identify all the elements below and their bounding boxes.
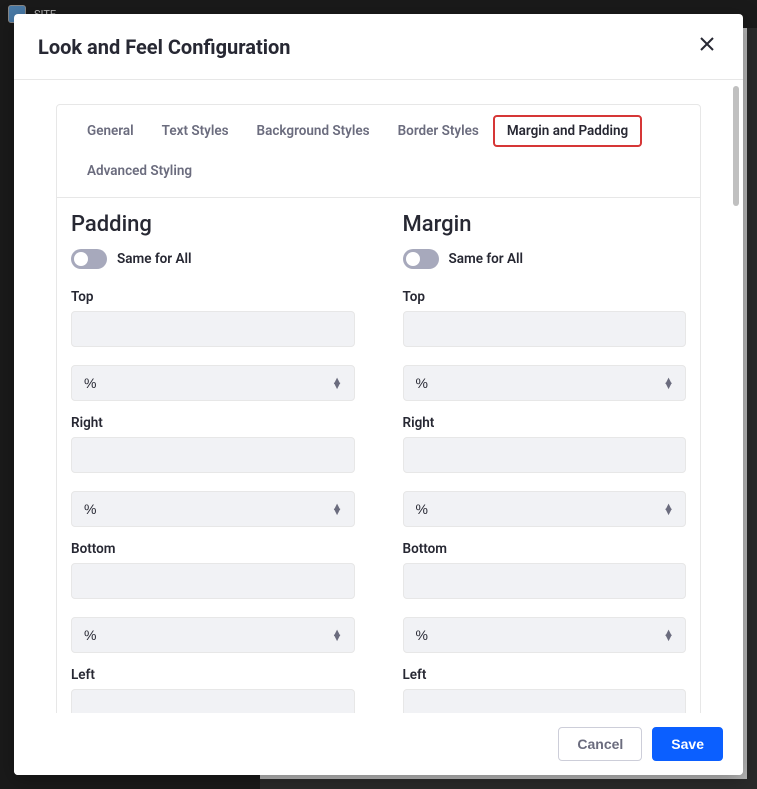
padding-same-for-all-toggle[interactable] [71,249,107,269]
padding-left-label: Left [71,667,355,683]
margin-top-label: Top [403,289,687,305]
margin-column: Margin Same for All Top % [389,212,701,713]
padding-bottom-label: Bottom [71,541,355,557]
margin-same-for-all-label: Same for All [449,251,524,267]
tab-general[interactable]: General [73,115,148,147]
tab-text-styles[interactable]: Text Styles [148,115,243,147]
margin-right-label: Right [403,415,687,431]
margin-bottom-label: Bottom [403,541,687,557]
padding-right-label: Right [71,415,355,431]
padding-title: Padding [71,212,355,237]
margin-top-unit-select[interactable]: % [403,365,687,401]
toggle-knob-icon [74,252,88,266]
margin-bottom-unit-select[interactable]: % [403,617,687,653]
save-button[interactable]: Save [652,727,723,761]
tab-advanced-styling[interactable]: Advanced Styling [73,155,206,187]
padding-column: Padding Same for All Top % [57,212,369,713]
margin-right-unit-select[interactable]: % [403,491,687,527]
scrollbar-thumb[interactable] [733,86,739,206]
margin-left-input[interactable] [403,689,687,713]
close-button[interactable] [695,32,719,61]
close-icon [699,36,715,56]
modal-title: Look and Feel Configuration [38,35,291,59]
padding-bottom-unit-select[interactable]: % [71,617,355,653]
padding-left-input[interactable] [71,689,355,713]
padding-right-unit-select[interactable]: % [71,491,355,527]
margin-left-label: Left [403,667,687,683]
padding-top-label: Top [71,289,355,305]
margin-padding-panel: Padding Same for All Top % [56,198,701,713]
margin-same-for-all-row: Same for All [403,249,687,269]
tab-background-styles[interactable]: Background Styles [243,115,384,147]
padding-top-group: Top % ▲▼ [71,289,355,401]
padding-same-for-all-label: Same for All [117,251,192,267]
modal-header: Look and Feel Configuration [14,14,743,80]
modal-footer: Cancel Save [14,713,743,775]
margin-same-for-all-toggle[interactable] [403,249,439,269]
margin-bottom-group: Bottom % ▲▼ [403,541,687,653]
padding-top-unit-select[interactable]: % [71,365,355,401]
padding-same-for-all-row: Same for All [71,249,355,269]
cancel-button[interactable]: Cancel [558,727,642,761]
margin-left-group: Left % ▲▼ [403,667,687,713]
tab-margin-and-padding[interactable]: Margin and Padding [493,115,642,147]
toggle-knob-icon [406,252,420,266]
tab-border-styles[interactable]: Border Styles [384,115,493,147]
padding-right-group: Right % ▲▼ [71,415,355,527]
look-and-feel-modal: Look and Feel Configuration General Text… [14,14,743,775]
scrollbar[interactable] [733,86,741,711]
padding-bottom-input[interactable] [71,563,355,599]
margin-top-group: Top % ▲▼ [403,289,687,401]
modal-body: General Text Styles Background Styles Bo… [14,80,743,713]
padding-right-input[interactable] [71,437,355,473]
margin-right-group: Right % ▲▼ [403,415,687,527]
padding-bottom-group: Bottom % ▲▼ [71,541,355,653]
tabs-container: General Text Styles Background Styles Bo… [56,104,701,198]
margin-bottom-input[interactable] [403,563,687,599]
margin-right-input[interactable] [403,437,687,473]
padding-top-input[interactable] [71,311,355,347]
padding-left-group: Left % ▲▼ [71,667,355,713]
margin-top-input[interactable] [403,311,687,347]
margin-title: Margin [403,212,687,237]
